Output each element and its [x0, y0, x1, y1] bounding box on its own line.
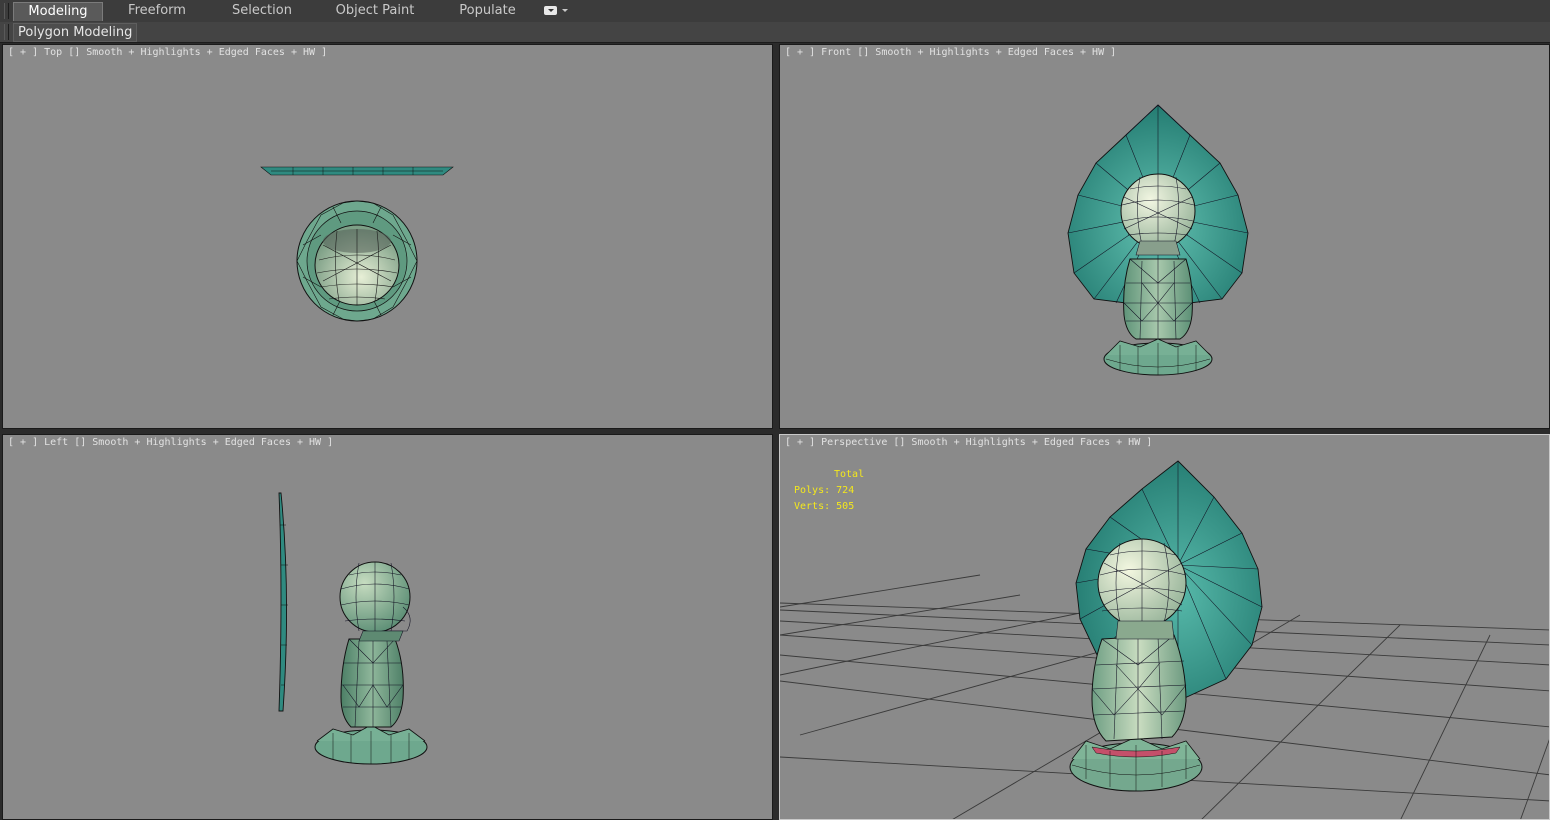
viewport-top[interactable]: [ + ] Top [] Smooth + Highlights + Edged…: [2, 44, 773, 429]
tab-modeling[interactable]: Modeling: [13, 2, 103, 21]
stats-verts-label: Verts:: [794, 501, 831, 512]
dropdown-button-icon[interactable]: [544, 6, 557, 15]
front-view-model: [1067, 104, 1249, 376]
tab-selection[interactable]: Selection: [213, 2, 311, 20]
viewport-label-top[interactable]: [ + ] Top [] Smooth + Highlights + Edged…: [8, 47, 327, 58]
scene-statistics: Total Polys: 724 Verts: 505: [794, 467, 864, 515]
viewport-label-front[interactable]: [ + ] Front [] Smooth + Highlights + Edg…: [785, 47, 1116, 58]
tab-populate[interactable]: Populate: [440, 2, 535, 20]
viewport-label-perspective[interactable]: [ + ] Perspective [] Smooth + Highlights…: [785, 437, 1152, 448]
ribbon-grip-handle[interactable]: [4, 3, 9, 19]
stats-polys-row: Polys: 724: [794, 483, 864, 499]
tab-freeform[interactable]: Freeform: [112, 2, 202, 20]
stats-polys-label: Polys:: [794, 485, 831, 496]
viewport-perspective[interactable]: [ + ] Perspective [] Smooth + Highlights…: [779, 434, 1550, 820]
tab-object-paint[interactable]: Object Paint: [322, 2, 428, 20]
dropdown-icon[interactable]: [544, 6, 568, 17]
perspective-view-model: [780, 460, 1549, 819]
ribbon-tab-bar: Modeling Freeform Selection Object Paint…: [0, 0, 1550, 23]
stats-verts-row: Verts: 505: [794, 499, 864, 515]
stats-header: Total: [834, 469, 865, 480]
left-view-model: [278, 492, 428, 765]
viewport-front[interactable]: [ + ] Front [] Smooth + Highlights + Edg…: [779, 44, 1550, 429]
panel-grip-handle[interactable]: [4, 24, 9, 40]
top-view-model: [260, 166, 454, 322]
viewport-left[interactable]: [ + ] Left [] Smooth + Highlights + Edge…: [2, 434, 773, 820]
stats-polys-value: 724: [836, 485, 855, 496]
stats-verts-value: 505: [836, 501, 855, 512]
chevron-down-icon[interactable]: [562, 9, 568, 12]
ribbon-panel-strip: Polygon Modeling: [0, 22, 1550, 43]
polygon-modeling-panel-button[interactable]: Polygon Modeling: [13, 23, 138, 42]
viewport-label-left[interactable]: [ + ] Left [] Smooth + Highlights + Edge…: [8, 437, 333, 448]
